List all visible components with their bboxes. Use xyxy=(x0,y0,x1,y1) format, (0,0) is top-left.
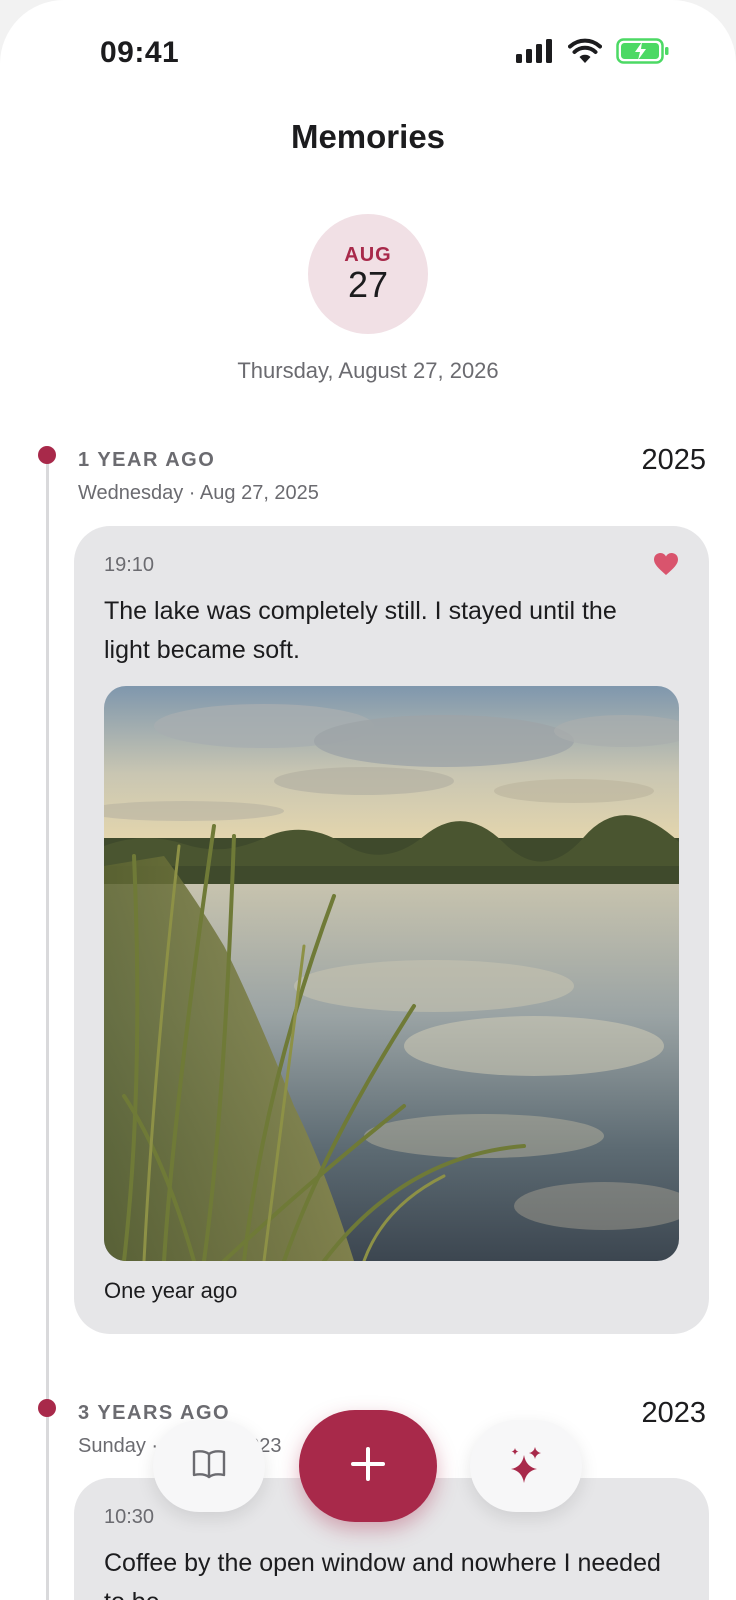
add-memory-button[interactable] xyxy=(299,1410,437,1522)
today-day: 27 xyxy=(347,264,389,305)
page-title: Memories xyxy=(290,118,446,155)
cellular-signal-icon xyxy=(516,39,554,63)
ai-sparkles-button[interactable] xyxy=(470,1420,582,1512)
entry-text: Coffee by the open window and nowhere I … xyxy=(104,1549,661,1600)
sparkles-icon xyxy=(509,1445,543,1488)
status-icons xyxy=(516,38,670,64)
plus-icon xyxy=(350,1446,386,1487)
section-year: 2025 xyxy=(641,444,706,476)
heart-icon[interactable] xyxy=(653,552,679,581)
status-time: 09:41 xyxy=(100,36,180,69)
timeline-dot xyxy=(38,446,56,464)
book-icon xyxy=(191,1449,227,1484)
today-month: AUG xyxy=(344,244,392,266)
section-date: Wednesday · Aug 27, 2025 xyxy=(78,482,319,504)
today-date-badge: AUG 27 xyxy=(308,214,428,334)
section-year: 2023 xyxy=(641,1397,706,1429)
today-full-date: Thursday, August 27, 2026 xyxy=(237,358,499,383)
entry-text: The lake was completely still. I stayed … xyxy=(104,597,617,664)
timeline-dot xyxy=(38,1399,56,1417)
lake-photo[interactable] xyxy=(104,686,679,1261)
memories-screen: 09:41 Memories AUG 27 Thursday, August 2… xyxy=(0,0,736,1600)
status-bar: 09:41 xyxy=(0,0,736,100)
wifi-icon xyxy=(568,38,602,64)
section-ago-label: 1 YEAR AGO xyxy=(78,449,216,471)
battery-charging-icon xyxy=(616,38,670,64)
memory-entry-card[interactable]: 19:10 The lake was completely still. I s… xyxy=(74,526,709,1334)
entry-time: 19:10 xyxy=(104,554,155,576)
entry-time: 10:30 xyxy=(104,1506,155,1528)
journal-button[interactable] xyxy=(153,1420,265,1512)
entry-caption: One year ago xyxy=(104,1278,238,1303)
timeline-line xyxy=(46,456,49,1600)
